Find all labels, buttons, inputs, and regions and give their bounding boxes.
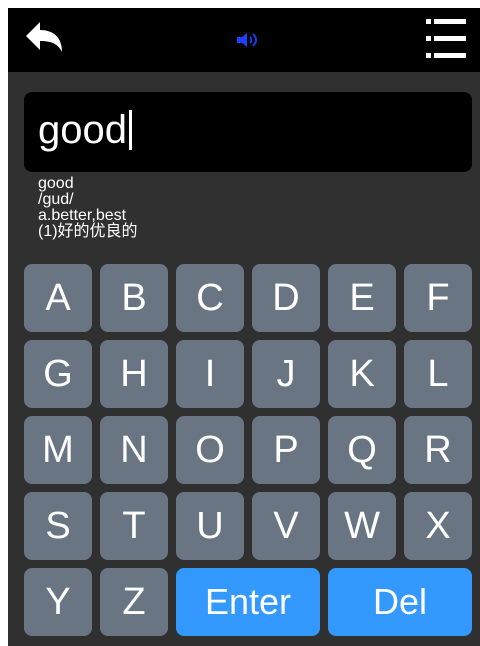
- key-j[interactable]: J: [252, 340, 320, 408]
- key-u[interactable]: U: [176, 492, 244, 560]
- back-arrow-icon: [26, 22, 62, 52]
- menu-button[interactable]: [418, 16, 470, 62]
- key-s[interactable]: S: [24, 492, 92, 560]
- speaker-icon: [237, 33, 257, 47]
- text-cursor: [128, 110, 132, 150]
- definition-forms: a.better,best: [38, 207, 127, 224]
- key-e[interactable]: E: [328, 264, 396, 332]
- key-k[interactable]: K: [328, 340, 396, 408]
- back-button[interactable]: [22, 20, 66, 60]
- definition-word: good: [38, 175, 74, 192]
- enter-key[interactable]: Enter: [176, 568, 320, 636]
- key-y[interactable]: Y: [24, 568, 92, 636]
- key-z[interactable]: Z: [100, 568, 168, 636]
- key-l[interactable]: L: [404, 340, 472, 408]
- key-g[interactable]: G: [24, 340, 92, 408]
- top-toolbar: [8, 8, 480, 72]
- definition-meaning: (1)好的优良的: [38, 223, 138, 240]
- menu-list-icon: [426, 19, 466, 58]
- key-q[interactable]: Q: [328, 416, 396, 484]
- key-h[interactable]: H: [100, 340, 168, 408]
- app-screen: good good /gud/ a.better,best (1)好的优良的 A…: [8, 8, 480, 646]
- word-input[interactable]: good: [24, 92, 472, 172]
- key-n[interactable]: N: [100, 416, 168, 484]
- definition-phonetic: /gud/: [38, 191, 74, 208]
- key-o[interactable]: O: [176, 416, 244, 484]
- key-c[interactable]: C: [176, 264, 244, 332]
- key-p[interactable]: P: [252, 416, 320, 484]
- key-w[interactable]: W: [328, 492, 396, 560]
- key-i[interactable]: I: [176, 340, 244, 408]
- letter-keyboard: A B C D E F G H I J K L M N O P Q R S T U V W X Y Z Enter Del: [24, 264, 480, 644]
- key-r[interactable]: R: [404, 416, 472, 484]
- key-d[interactable]: D: [252, 264, 320, 332]
- key-t[interactable]: T: [100, 492, 168, 560]
- key-v[interactable]: V: [252, 492, 320, 560]
- key-x[interactable]: X: [404, 492, 472, 560]
- word-input-text: good: [38, 108, 127, 152]
- key-b[interactable]: B: [100, 264, 168, 332]
- delete-key[interactable]: Del: [328, 568, 472, 636]
- speaker-button[interactable]: [236, 30, 258, 50]
- key-f[interactable]: F: [404, 264, 472, 332]
- key-m[interactable]: M: [24, 416, 92, 484]
- definition-panel: good /gud/ a.better,best (1)好的优良的: [38, 176, 138, 240]
- key-a[interactable]: A: [24, 264, 92, 332]
